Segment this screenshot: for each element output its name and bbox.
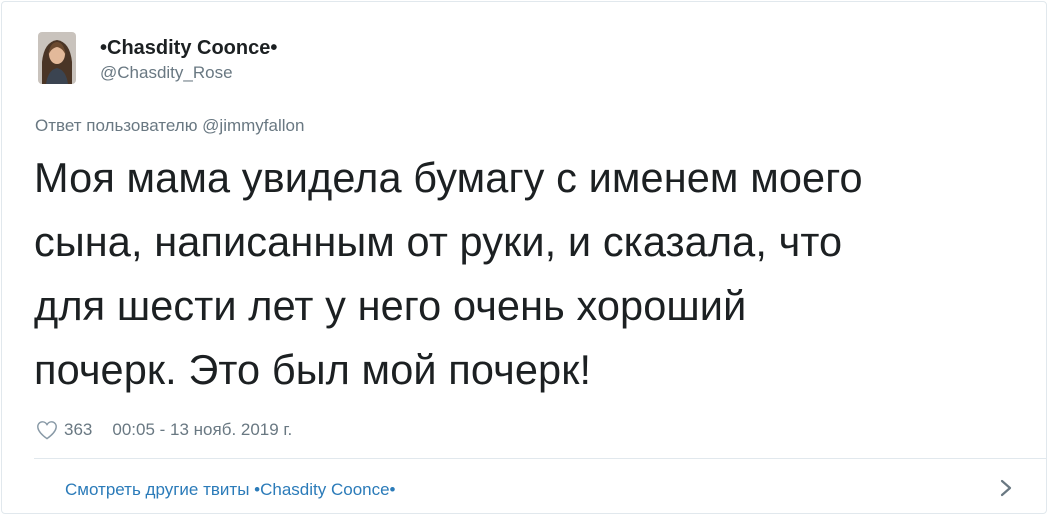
author-handle[interactable]: @Chasdity_Rose (100, 62, 277, 84)
author-names: •Chasdity Coonce• @Chasdity_Rose (100, 32, 277, 84)
tweet-text-line: Моя мама увидела бумагу с именем моего (34, 154, 863, 201)
tweet-text-line: почерк. Это был мой почерк! (34, 346, 592, 393)
heart-icon[interactable] (36, 419, 58, 441)
profile-photo-icon (38, 32, 76, 84)
like-count[interactable]: 363 (64, 420, 92, 440)
tweet-text-line: для шести лет у него очень хороший (34, 282, 747, 329)
reply-to-label: Ответ пользователю @jimmyfallon (35, 116, 305, 135)
view-more-tweets-link[interactable]: Смотреть другие твиты •Chasdity Coonce• (2, 459, 1046, 513)
chevron-right-icon (996, 477, 1016, 499)
tweet-timestamp[interactable]: 00:05 - 13 нояб. 2019 г. (112, 420, 292, 440)
tweet-meta: 363 00:05 - 13 нояб. 2019 г. (36, 417, 292, 443)
tweet-card: •Chasdity Coonce• @Chasdity_Rose Ответ п… (1, 1, 1047, 514)
tweet-header: •Chasdity Coonce• @Chasdity_Rose (38, 32, 277, 92)
view-more-tweets-label: Смотреть другие твиты •Chasdity Coonce• (65, 480, 396, 499)
avatar[interactable] (38, 32, 76, 84)
tweet-text-line: сына, написанным от руки, и сказала, что (34, 218, 843, 265)
tweet-text: Моя мама увидела бумагу с именем моего с… (34, 146, 1024, 402)
author-display-name[interactable]: •Chasdity Coonce• (100, 37, 277, 59)
